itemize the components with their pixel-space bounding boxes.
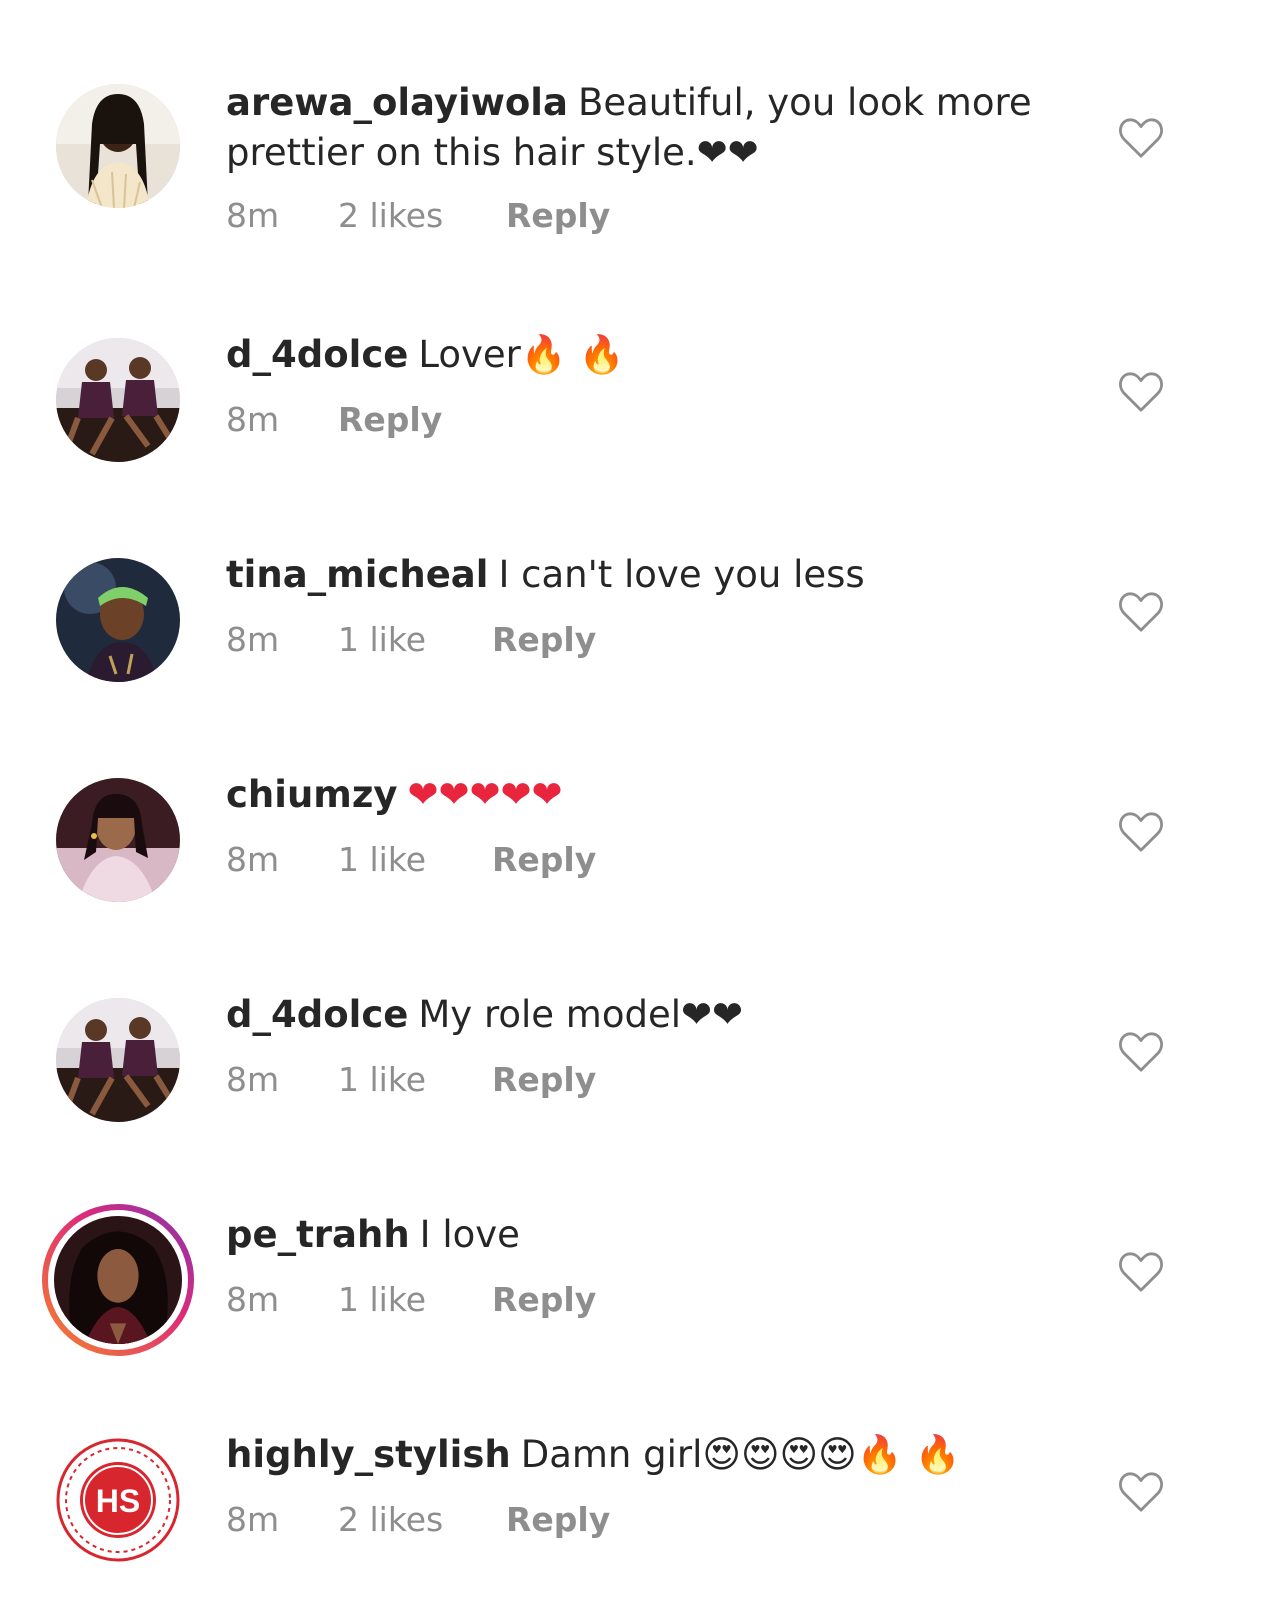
profile-photo-two-women-sofa [56,998,180,1122]
comment-body: tina_micheal I can't love you less [226,550,1046,600]
comment-time: 8m [226,196,280,235]
comment-likes-count[interactable]: 2 likes [338,196,506,235]
comment-username[interactable]: tina_micheal [226,553,488,596]
like-heart-icon[interactable] [1118,371,1164,413]
comment-username[interactable]: arewa_olayiwola [226,81,568,124]
comment-meta: 8m 2 likes Reply [226,1500,610,1539]
comment-time: 8m [226,840,280,879]
comment-username[interactable]: d_4dolce [226,333,408,376]
comment-body: chiumzy ❤❤❤❤❤ [226,770,1046,820]
avatar[interactable] [56,778,180,902]
comment-text: I can't love you less [498,553,865,596]
avatar [54,1216,182,1344]
reply-button[interactable]: Reply [492,1280,596,1319]
comment-likes-count[interactable]: 1 like [338,1280,492,1319]
like-heart-icon[interactable] [1118,811,1164,853]
comment-text: I love [419,1213,520,1256]
profile-photo-two-women-sofa [56,338,180,462]
comment-likes-count[interactable]: 1 like [338,620,492,659]
comment-meta: 8m 1 like Reply [226,1060,596,1099]
comment-meta: 8m Reply [226,400,442,439]
comment-body: d_4dolce My role model❤❤ [226,990,1046,1040]
profile-photo-woman-smiling [56,778,180,902]
reply-button[interactable]: Reply [506,1500,610,1539]
story-ring-gap [48,1210,188,1350]
comment-likes-count[interactable]: 2 likes [338,1500,506,1539]
avatar[interactable] [56,84,180,208]
reply-button[interactable]: Reply [492,1060,596,1099]
comment-text: Lover🔥 🔥 [418,333,625,376]
comment-body: arewa_olayiwola Beautiful, you look more … [226,78,1046,178]
comment-time: 8m [226,1500,280,1539]
avatar-story-ring[interactable] [42,1204,194,1356]
avatar[interactable] [56,338,180,462]
comment-time: 8m [226,1060,280,1099]
comment-username[interactable]: chiumzy [226,773,398,816]
comment-username[interactable]: pe_trahh [226,1213,410,1256]
comment-meta: 8m 2 likes Reply [226,196,610,235]
like-heart-icon[interactable] [1118,117,1164,159]
reply-button[interactable]: Reply [492,840,596,879]
avatar[interactable] [56,558,180,682]
comment-text: My role model❤❤ [418,993,743,1036]
comment-meta: 8m 1 like Reply [226,1280,596,1319]
comment-meta: 8m 1 like Reply [226,620,596,659]
comment-body: pe_trahh I love [226,1210,1046,1260]
comment-text: Damn girl😍😍😍😍🔥 🔥 [520,1433,961,1476]
like-heart-icon[interactable] [1118,1251,1164,1293]
comment-time: 8m [226,1280,280,1319]
profile-photo-woman-curly-hair [54,1216,182,1344]
comment-likes-count[interactable]: 1 like [338,840,492,879]
profile-photo-woman-headband [56,558,180,682]
avatar[interactable]: HS [56,1438,180,1562]
comment-time: 8m [226,620,280,659]
reply-button[interactable]: Reply [506,196,610,235]
comment-body: d_4dolce Lover🔥 🔥 [226,330,1046,380]
reply-button[interactable]: Reply [492,620,596,659]
comment-body: highly_stylish Damn girl😍😍😍😍🔥 🔥 [226,1430,1046,1480]
comment-username[interactable]: d_4dolce [226,993,408,1036]
hs-logo-text: HS [96,1483,140,1519]
hs-logo: HS [56,1438,180,1562]
like-heart-icon[interactable] [1118,1031,1164,1073]
comment-text: ❤❤❤❤❤ [407,773,563,816]
like-heart-icon[interactable] [1118,591,1164,633]
profile-photo-woman-braids [56,84,180,208]
like-heart-icon[interactable] [1118,1471,1164,1513]
reply-button[interactable]: Reply [338,400,442,439]
comment-likes-count[interactable]: 1 like [338,1060,492,1099]
comment-meta: 8m 1 like Reply [226,840,596,879]
avatar[interactable] [56,998,180,1122]
comment-username[interactable]: highly_stylish [226,1433,511,1476]
comment-time: 8m [226,400,280,439]
